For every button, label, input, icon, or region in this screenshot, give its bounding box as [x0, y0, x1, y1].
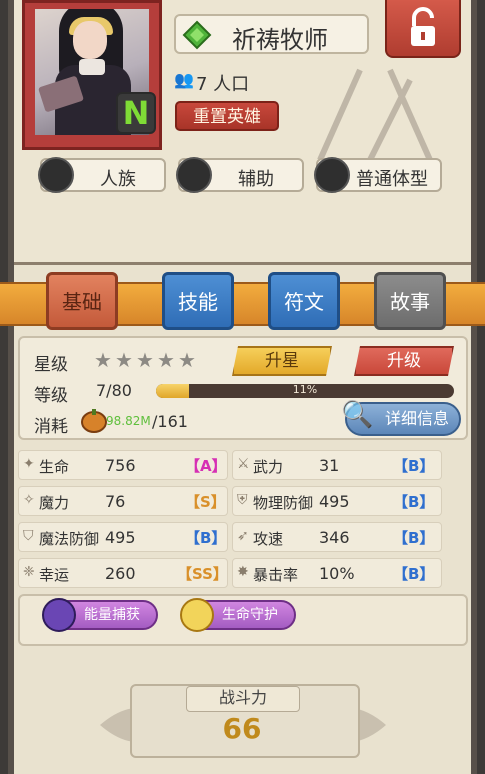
lock-icon — [411, 7, 435, 46]
clover-icon: ❈ — [23, 564, 35, 580]
level-up-button[interactable]: 升级 — [354, 346, 454, 376]
tab-skills[interactable]: 技能 — [162, 272, 234, 330]
reset-hero-button[interactable]: 重置英雄 — [175, 101, 279, 131]
upgrade-star-button[interactable]: 升星 — [232, 346, 332, 376]
level-value: 7/80 — [96, 381, 132, 400]
attr-row-force: ⚔ 武力 31 【B】 — [232, 450, 442, 480]
tag-body-type: 普通体型 — [314, 157, 442, 193]
sword-icon: ⚔ — [237, 456, 250, 472]
cost-need: /161 — [152, 412, 188, 431]
tab-runes[interactable]: 符文 — [268, 272, 340, 330]
skill-life-guard[interactable]: 生命守护 — [180, 598, 296, 632]
population-text: 7 人口 — [196, 74, 250, 95]
star-icon: ★ — [94, 348, 112, 372]
human-head-icon — [38, 157, 74, 193]
tab-story[interactable]: 故事 — [374, 272, 446, 330]
star-icon: ★ — [136, 348, 154, 372]
xp-progress-bar: 11% — [156, 384, 454, 398]
lock-button[interactable] — [385, 0, 461, 58]
attr-row-hp: ✦ 生命 756 【A】 — [18, 450, 228, 480]
tag-role: 辅助 — [176, 157, 304, 193]
star-icon: ★ — [178, 348, 196, 372]
burst-icon: ✸ — [237, 564, 249, 580]
star-label: 星级 — [34, 355, 68, 375]
xp-percent-text: 11% — [292, 384, 318, 396]
shield-icon: ⛨ — [237, 492, 248, 508]
combat-power-value: 66 — [222, 712, 262, 745]
tag-race: 人族 — [38, 157, 166, 193]
magnifier-icon: 🔍 — [341, 400, 374, 430]
level-label: 等级 — [34, 386, 68, 406]
wing-icon: ➶ — [237, 528, 249, 544]
attr-row-crit-rate: ✸ 暴击率 10% 【B】 — [232, 558, 442, 588]
tab-basic[interactable]: 基础 — [46, 272, 118, 330]
cost-owned: 98.82M — [106, 414, 151, 428]
crossed-swords-decoration — [317, 68, 433, 162]
life-guard-icon — [180, 598, 214, 632]
detail-info-button[interactable]: 🔍 详细信息 — [341, 400, 461, 436]
body-silhouette-icon — [314, 157, 350, 193]
population-icon: 👥 — [174, 70, 194, 89]
hero-name: 祈祷牧师 — [232, 26, 328, 54]
cost-label: 消耗 — [34, 417, 68, 437]
green-gem-icon — [182, 20, 212, 50]
skill-energy-capture[interactable]: 能量捕获 — [42, 598, 158, 632]
attr-row-phys-def: ⛨ 物理防御 495 【B】 — [232, 486, 442, 516]
combat-power-label: 战斗力 — [186, 686, 300, 712]
attr-row-magic: ✧ 魔力 76 【S】 — [18, 486, 228, 516]
energy-capture-icon — [42, 598, 76, 632]
star-icon: ★ — [157, 348, 175, 372]
magic-shield-icon: ⛉ — [23, 528, 34, 544]
rarity-badge: N — [116, 92, 156, 134]
support-cross-icon — [176, 157, 212, 193]
star-icon: ★ — [115, 348, 133, 372]
attr-row-magic-def: ⛉ 魔法防御 495 【B】 — [18, 522, 228, 552]
hp-icon: ✦ — [23, 456, 35, 472]
magic-icon: ✧ — [23, 492, 35, 508]
attr-row-luck: ❈ 幸运 260 【SS】 — [18, 558, 228, 588]
hero-name-box: 祈祷牧师 — [174, 14, 369, 54]
pumpkin-currency-icon — [81, 409, 107, 433]
attr-row-attack-speed: ➶ 攻速 346 【B】 — [232, 522, 442, 552]
